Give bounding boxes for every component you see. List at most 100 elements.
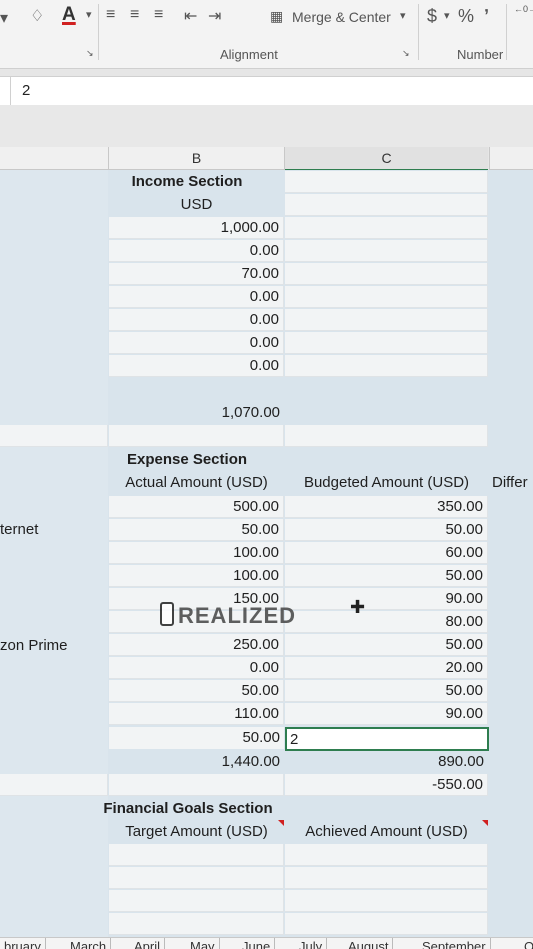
expense-total-budgeted[interactable]: 890.00 — [285, 751, 488, 773]
cell[interactable] — [0, 774, 108, 796]
merge-center-button[interactable]: Merge & Center — [292, 9, 391, 25]
column-header-d[interactable] — [489, 147, 533, 170]
expense-actual-cell[interactable]: 50.00 — [109, 680, 284, 702]
fill-color-icon[interactable]: ♢ — [30, 6, 44, 26]
ribbon-divider — [418, 4, 419, 60]
cell[interactable] — [285, 286, 488, 308]
increase-indent-icon[interactable]: ⇥ — [208, 6, 221, 26]
column-header-c[interactable]: C — [285, 147, 488, 171]
income-value-cell[interactable]: 0.00 — [109, 355, 284, 377]
expense-total-actual[interactable]: 1,440.00 — [109, 751, 284, 773]
sheet-tab[interactable]: March — [66, 938, 112, 949]
goals-section-title: Financial Goals Section — [103, 800, 273, 817]
name-box[interactable] — [0, 77, 11, 105]
cell[interactable] — [285, 355, 488, 377]
cell[interactable] — [109, 774, 284, 796]
expense-budgeted-cell[interactable]: 20.00 — [285, 657, 488, 679]
active-cell-editing[interactable]: 2 — [285, 727, 489, 751]
expense-section-title: Expense Section — [126, 451, 248, 468]
font-color-dropdown-icon[interactable]: ▾ — [86, 8, 92, 21]
font-color-icon[interactable]: A — [62, 4, 76, 26]
sheet-tab[interactable]: bruary — [0, 938, 46, 949]
expense-actual-cell[interactable]: 50.00 — [109, 519, 284, 541]
expense-label-prime[interactable]: zon Prime — [0, 635, 108, 657]
expense-budgeted-cell[interactable]: 60.00 — [285, 542, 488, 564]
cell[interactable] — [285, 425, 488, 447]
sheet-tab[interactable]: September — [418, 938, 491, 949]
expense-difference-value[interactable]: -550.00 — [285, 774, 488, 796]
income-currency-label: USD — [180, 196, 213, 213]
sheet-tab[interactable]: June — [238, 938, 276, 949]
cell[interactable] — [285, 263, 488, 285]
alignment-dialog-launcher-icon[interactable]: ↘ — [402, 48, 410, 59]
comment-indicator-icon[interactable] — [482, 820, 488, 826]
income-value-cell[interactable]: 0.00 — [109, 309, 284, 331]
currency-button[interactable]: $ — [427, 6, 437, 27]
expense-actual-cell[interactable]: 100.00 — [109, 542, 284, 564]
cell[interactable] — [285, 217, 488, 239]
cell[interactable] — [285, 867, 488, 889]
expense-budgeted-cell[interactable]: 50.00 — [285, 565, 488, 587]
income-value-cell[interactable]: 0.00 — [109, 332, 284, 354]
cell[interactable] — [285, 890, 488, 912]
increase-decimal-button[interactable]: ←0→0 — [514, 4, 533, 14]
watermark-text: REALIZED — [178, 603, 296, 628]
goals-achieved-header: Achieved Amount (USD) — [305, 823, 468, 840]
font-dialog-launcher-icon[interactable]: ↘ — [86, 48, 94, 59]
income-value-cell[interactable]: 0.00 — [109, 240, 284, 262]
income-value-cell[interactable]: 1,000.00 — [109, 217, 284, 239]
sheet-tab[interactable]: July — [295, 938, 328, 949]
cell[interactable] — [285, 332, 488, 354]
cell[interactable] — [285, 171, 488, 193]
income-total[interactable]: 1,070.00 — [109, 402, 284, 424]
sheet-tab[interactable]: April — [130, 938, 166, 949]
currency-dropdown-icon[interactable]: ▾ — [444, 9, 450, 22]
sheet-tab[interactable]: August — [344, 938, 394, 949]
cell[interactable] — [285, 240, 488, 262]
cell[interactable] — [285, 844, 488, 866]
expense-actual-cell[interactable]: 0.00 — [109, 657, 284, 679]
expense-budgeted-cell[interactable]: 90.00 — [285, 703, 488, 725]
cell[interactable] — [285, 194, 488, 216]
dropdown-arrow-icon[interactable]: ▾ — [0, 8, 8, 28]
decrease-indent-icon[interactable]: ⇤ — [184, 6, 197, 26]
formula-bar-value[interactable]: 2 — [22, 82, 30, 99]
align-right-icon[interactable]: ≡ — [154, 6, 163, 24]
expense-budgeted-cell[interactable]: 90.00 — [285, 588, 488, 610]
merge-center-icon[interactable]: ▦ — [270, 8, 283, 25]
expense-budgeted-cell[interactable]: 80.00 — [285, 611, 488, 633]
expense-budgeted-cell[interactable]: 350.00 — [285, 496, 488, 518]
sheet-tab[interactable]: O — [520, 938, 533, 949]
cell[interactable] — [109, 867, 284, 889]
expense-actual-cell[interactable]: 110.00 — [109, 703, 284, 725]
sheet-tab[interactable]: May — [186, 938, 220, 949]
cell[interactable] — [109, 844, 284, 866]
income-value-cell[interactable]: 70.00 — [109, 263, 284, 285]
expense-difference-header: Differ — [492, 474, 528, 491]
expense-label-internet[interactable]: ternet — [0, 519, 108, 541]
income-value-cell[interactable]: 0.00 — [109, 286, 284, 308]
alignment-group-label: Alignment — [220, 47, 278, 62]
merge-dropdown-icon[interactable]: ▾ — [400, 9, 406, 22]
expense-budgeted-cell[interactable]: 50.00 — [285, 680, 488, 702]
comma-style-button[interactable]: ʼ — [484, 6, 489, 27]
cell[interactable] — [0, 425, 108, 447]
cell[interactable] — [109, 425, 284, 447]
align-center-icon[interactable]: ≡ — [130, 6, 139, 24]
cell[interactable] — [285, 913, 488, 935]
expense-budgeted-cell[interactable]: 50.00 — [285, 519, 488, 541]
cell[interactable] — [285, 309, 488, 331]
expense-budgeted-cell[interactable]: 50.00 — [285, 634, 488, 656]
expense-actual-cell[interactable]: 50.00 — [109, 727, 284, 749]
column-header-a[interactable] — [0, 147, 109, 170]
align-left-icon[interactable]: ≡ — [106, 6, 115, 24]
cell[interactable] — [109, 913, 284, 935]
cell[interactable] — [109, 890, 284, 912]
expense-actual-cell[interactable]: 500.00 — [109, 496, 284, 518]
comment-indicator-icon[interactable] — [278, 820, 284, 826]
column-header-b[interactable]: B — [109, 147, 285, 170]
percent-button[interactable]: % — [458, 6, 474, 27]
expense-actual-cell[interactable]: 250.00 — [109, 634, 284, 656]
expense-actual-cell[interactable]: 100.00 — [109, 565, 284, 587]
formula-bar[interactable]: 2 — [0, 76, 533, 106]
